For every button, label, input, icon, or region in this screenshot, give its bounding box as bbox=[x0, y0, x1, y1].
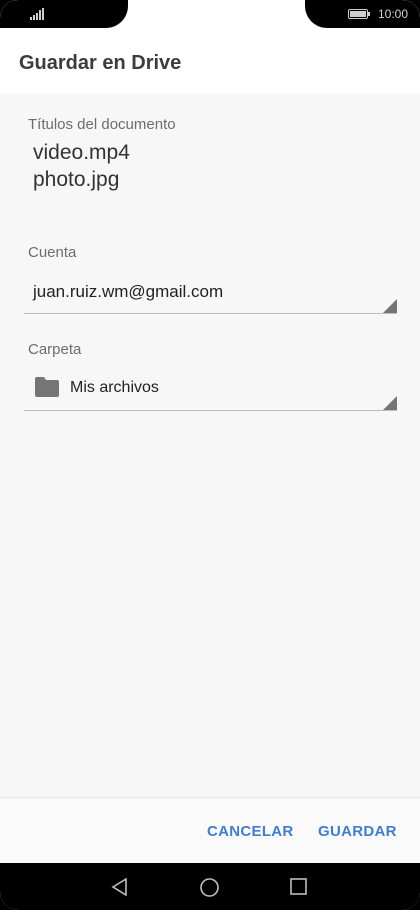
status-bar-right: 10:00 bbox=[305, 0, 420, 28]
account-label: Cuenta bbox=[28, 244, 77, 261]
back-icon[interactable] bbox=[111, 878, 129, 896]
document-titles-label: Títulos del documento bbox=[28, 116, 176, 133]
dropdown-arrow-icon[interactable] bbox=[383, 299, 397, 313]
folder-underline bbox=[24, 410, 397, 411]
page-title: Guardar en Drive bbox=[19, 52, 182, 74]
account-value[interactable]: juan.ruiz.wm@gmail.com bbox=[33, 282, 223, 302]
home-icon[interactable] bbox=[200, 878, 219, 897]
dialog-actions: CANCELAR GUARDAR bbox=[0, 797, 420, 864]
folder-label: Carpeta bbox=[28, 341, 82, 358]
save-form: Títulos del documento video.mp4 photo.jp… bbox=[0, 94, 420, 797]
save-button[interactable]: GUARDAR bbox=[318, 823, 397, 840]
signal-icon bbox=[30, 8, 44, 20]
recents-icon[interactable] bbox=[290, 878, 307, 895]
dropdown-arrow-icon[interactable] bbox=[383, 396, 397, 410]
status-bar-left bbox=[0, 0, 128, 28]
battery-icon bbox=[348, 9, 370, 19]
status-bar: 10:00 bbox=[0, 0, 420, 28]
account-underline bbox=[24, 313, 397, 314]
app-header: Guardar en Drive bbox=[0, 28, 420, 94]
folder-icon bbox=[35, 377, 59, 397]
document-title-item[interactable]: photo.jpg bbox=[33, 168, 119, 192]
document-title-item[interactable]: video.mp4 bbox=[33, 141, 130, 165]
folder-value[interactable]: Mis archivos bbox=[70, 379, 159, 397]
navigation-bar bbox=[0, 863, 420, 910]
cancel-button[interactable]: CANCELAR bbox=[207, 823, 294, 840]
screen: 10:00 Guardar en Drive Títulos del docum… bbox=[0, 0, 420, 910]
clock: 10:00 bbox=[377, 7, 408, 21]
